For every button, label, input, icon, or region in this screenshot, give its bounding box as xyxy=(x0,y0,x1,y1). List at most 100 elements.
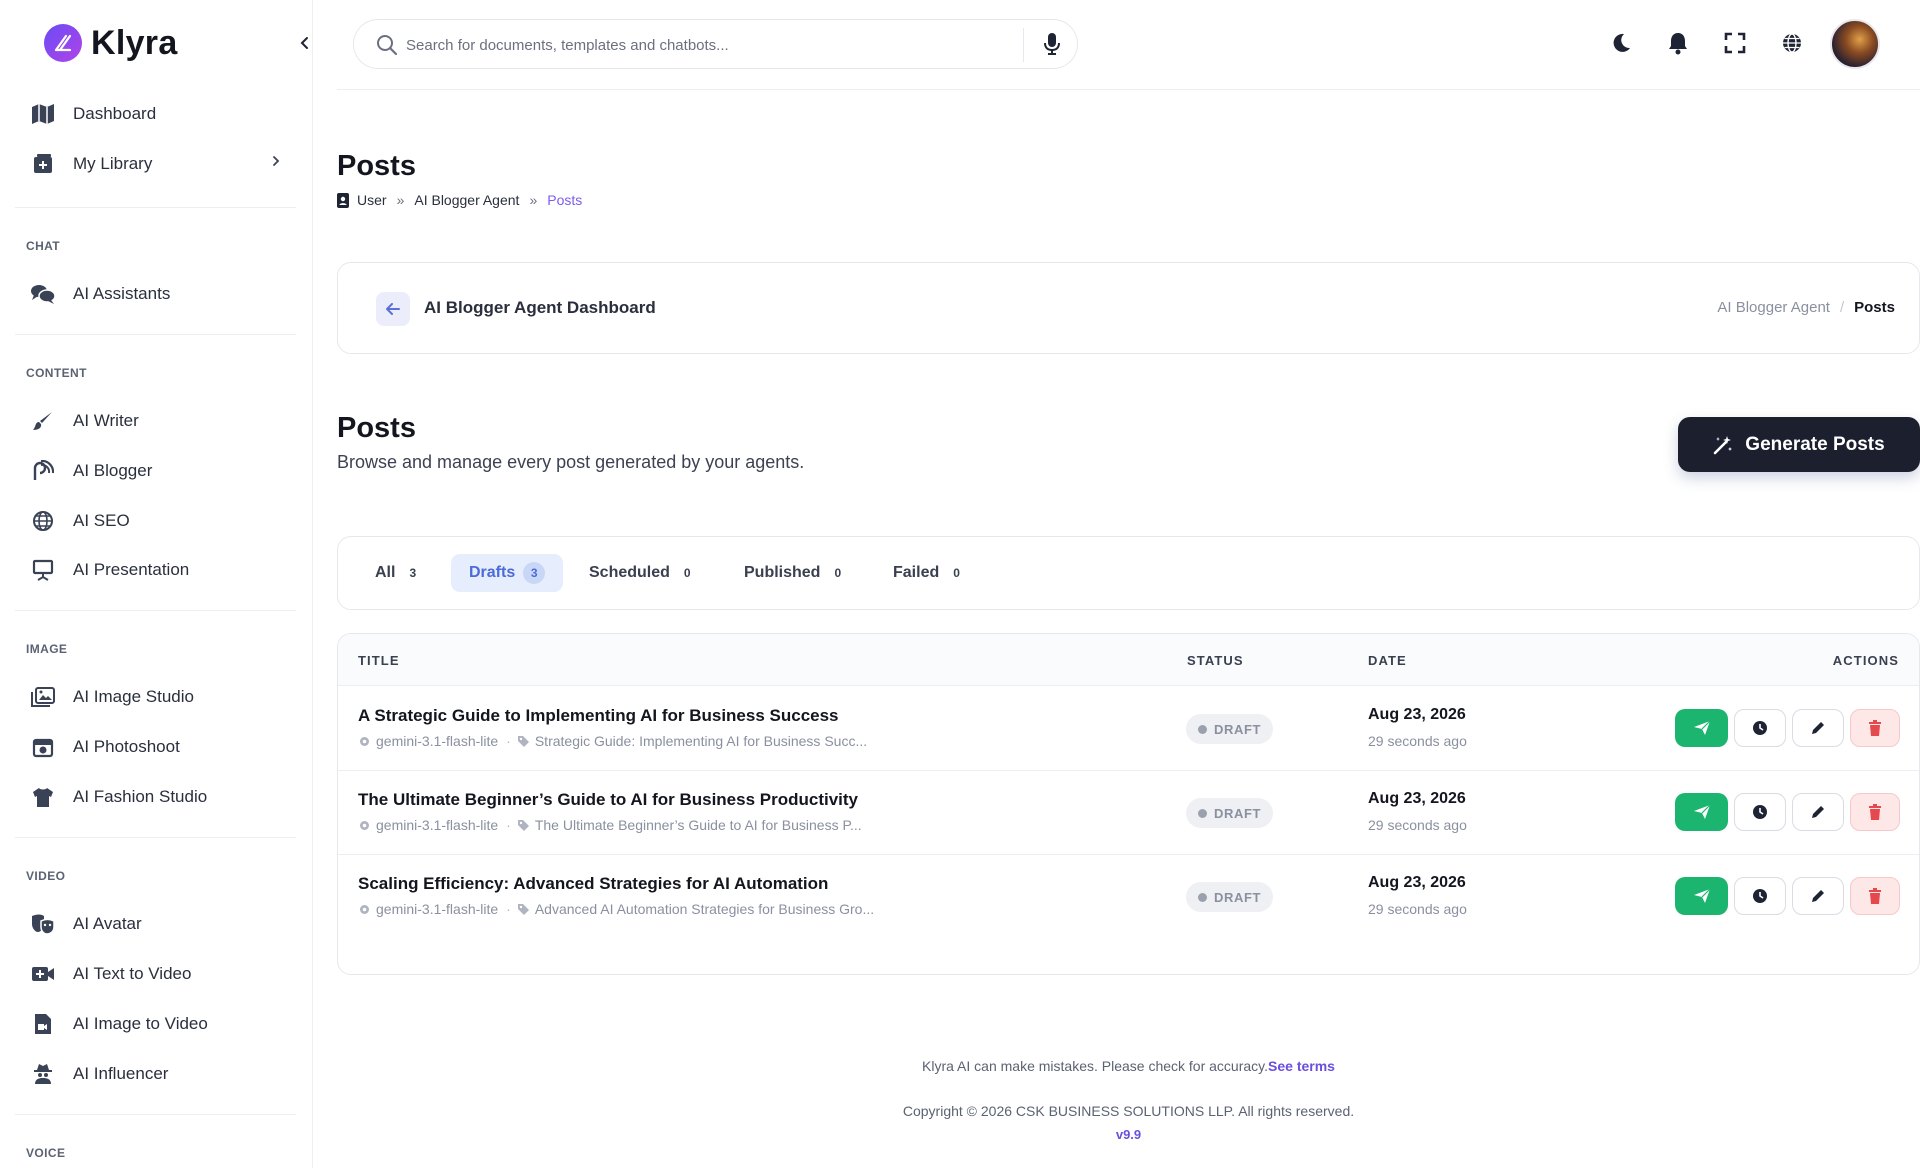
tab-published[interactable]: Published 0 xyxy=(726,554,859,592)
delete-button[interactable] xyxy=(1850,877,1900,915)
paper-plane-icon xyxy=(1693,804,1710,819)
divider xyxy=(1023,28,1024,62)
tab-scheduled[interactable]: Scheduled 0 xyxy=(571,554,709,592)
status-badge: DRAFT xyxy=(1186,714,1274,744)
tab-failed[interactable]: Failed 0 xyxy=(875,554,978,592)
sidebar-item-ai-fashion-studio[interactable]: AI Fashion Studio xyxy=(30,779,290,815)
fullscreen-icon[interactable] xyxy=(1722,30,1748,56)
table-row: Scaling Efficiency: Advanced Strategies … xyxy=(338,855,1919,939)
sidebar-item-ai-writer[interactable]: AI Writer xyxy=(30,403,290,439)
agent-dashboard-title: AI Blogger Agent Dashboard xyxy=(424,298,656,317)
sidebar-item-ai-presentation[interactable]: AI Presentation xyxy=(30,552,290,588)
search-icon xyxy=(376,34,398,56)
delete-button[interactable] xyxy=(1850,793,1900,831)
footer-copyright: Copyright © 2026 CSK BUSINESS SOLUTIONS … xyxy=(902,1103,1355,1119)
publish-button[interactable] xyxy=(1675,793,1728,831)
clock-icon xyxy=(1753,889,1767,903)
breadcrumb-ai-blogger-agent[interactable]: AI Blogger Agent xyxy=(414,192,519,208)
edit-button[interactable] xyxy=(1792,709,1844,747)
publish-button[interactable] xyxy=(1675,709,1728,747)
breadcrumb-posts: Posts xyxy=(547,192,583,208)
sidebar-item-label: AI Text to Video xyxy=(73,964,192,983)
agent-breadcrumb-parent[interactable]: AI Blogger Agent xyxy=(1717,299,1830,316)
header-divider xyxy=(337,89,1920,90)
post-tag: The Ultimate Beginner’s Guide to AI for … xyxy=(534,817,862,833)
presentation-icon xyxy=(30,557,56,583)
sidebar-item-dashboard[interactable]: Dashboard xyxy=(30,96,290,132)
sidebar-item-ai-seo[interactable]: AI SEO xyxy=(30,503,290,539)
column-header-date: DATE xyxy=(1368,653,1407,668)
pencil-icon xyxy=(1812,722,1824,734)
post-relative-time: 29 seconds ago xyxy=(1368,901,1467,917)
brand[interactable]: Klyra xyxy=(44,24,178,62)
post-title[interactable]: Scaling Efficiency: Advanced Strategies … xyxy=(358,874,828,894)
brush-icon xyxy=(30,408,56,434)
sidebar: Klyra Dashboard My Library CHAT AI Assis… xyxy=(0,0,313,1168)
microphone-icon[interactable] xyxy=(1044,32,1060,56)
tab-count: 0 xyxy=(953,566,960,580)
sidebar-item-label: My Library xyxy=(73,154,153,173)
notifications-bell-icon[interactable] xyxy=(1665,30,1691,56)
status-label: DRAFT xyxy=(1214,889,1262,905)
user-avatar[interactable] xyxy=(1830,19,1880,69)
table-row: The Ultimate Beginner’s Guide to AI for … xyxy=(338,771,1919,855)
schedule-button[interactable] xyxy=(1734,709,1786,747)
language-globe-icon[interactable] xyxy=(1779,30,1805,56)
sidebar-item-ai-text-to-video[interactable]: AI Text to Video xyxy=(30,956,290,992)
user-badge-icon xyxy=(337,192,349,208)
schedule-button[interactable] xyxy=(1734,877,1786,915)
tab-drafts[interactable]: Drafts 3 xyxy=(451,554,564,592)
schedule-button[interactable] xyxy=(1734,793,1786,831)
sidebar-item-label: AI SEO xyxy=(73,511,130,530)
blog-icon xyxy=(30,458,56,484)
sidebar-item-ai-photoshoot[interactable]: AI Photoshoot xyxy=(30,729,290,765)
tag-icon xyxy=(517,819,529,831)
back-button[interactable] xyxy=(376,292,410,326)
klyra-logo-icon xyxy=(44,24,82,62)
post-relative-time: 29 seconds ago xyxy=(1368,733,1467,749)
tab-all[interactable]: All 3 xyxy=(357,554,434,592)
agent-breadcrumb-current: Posts xyxy=(1854,299,1895,316)
trash-icon xyxy=(1869,888,1881,904)
page-title: Posts xyxy=(337,150,416,182)
meta-separator: · xyxy=(506,733,511,749)
dark-mode-moon-icon[interactable] xyxy=(1608,30,1634,56)
magic-wand-icon xyxy=(1713,435,1733,454)
see-terms-link[interactable]: See terms xyxy=(1268,1058,1335,1074)
edit-button[interactable] xyxy=(1792,877,1844,915)
user-secret-icon xyxy=(30,1061,56,1087)
post-title[interactable]: The Ultimate Beginner’s Guide to AI for … xyxy=(358,790,858,810)
search-bar[interactable] xyxy=(353,19,1078,69)
collapse-sidebar-button[interactable] xyxy=(296,34,314,52)
sidebar-item-ai-image-studio[interactable]: AI Image Studio xyxy=(30,679,290,715)
status-dot xyxy=(1198,724,1207,734)
sidebar-item-label: AI Avatar xyxy=(73,914,142,933)
breadcrumb-separator-icon: » xyxy=(529,192,538,208)
delete-button[interactable] xyxy=(1850,709,1900,747)
post-tag: Advanced AI Automation Strategies for Bu… xyxy=(534,901,875,917)
chevron-right-icon xyxy=(272,155,280,167)
sidebar-item-ai-assistants[interactable]: AI Assistants xyxy=(30,276,290,312)
footer-disclaimer: Klyra AI can make mistakes. Please check… xyxy=(922,1058,1269,1074)
sidebar-item-ai-influencer[interactable]: AI Influencer xyxy=(30,1056,290,1092)
edit-button[interactable] xyxy=(1792,793,1844,831)
sidebar-item-ai-avatar[interactable]: AI Avatar xyxy=(30,906,290,942)
generate-posts-button[interactable]: Generate Posts xyxy=(1678,417,1920,472)
post-model: gemini-3.1-flash-lite xyxy=(376,817,499,833)
column-header-actions: ACTIONS xyxy=(1832,653,1899,668)
clock-icon xyxy=(1753,805,1767,819)
search-input[interactable] xyxy=(406,32,1006,58)
post-meta: gemini-3.1-flash-lite · Strategic Guide:… xyxy=(358,733,867,749)
status-badge: DRAFT xyxy=(1186,882,1274,912)
status-label: DRAFT xyxy=(1214,721,1262,737)
column-header-title: TITLE xyxy=(358,653,400,668)
post-title[interactable]: A Strategic Guide to Implementing AI for… xyxy=(358,706,839,726)
sidebar-item-ai-blogger[interactable]: AI Blogger xyxy=(30,453,290,489)
breadcrumb-user[interactable]: User xyxy=(357,192,387,208)
tab-count: 3 xyxy=(409,566,417,580)
publish-button[interactable] xyxy=(1675,877,1728,915)
sidebar-item-ai-image-to-video[interactable]: AI Image to Video xyxy=(30,1006,290,1042)
sidebar-item-my-library[interactable]: My Library xyxy=(30,146,290,182)
brand-name: Klyra xyxy=(91,23,178,62)
status-dot xyxy=(1198,892,1207,902)
